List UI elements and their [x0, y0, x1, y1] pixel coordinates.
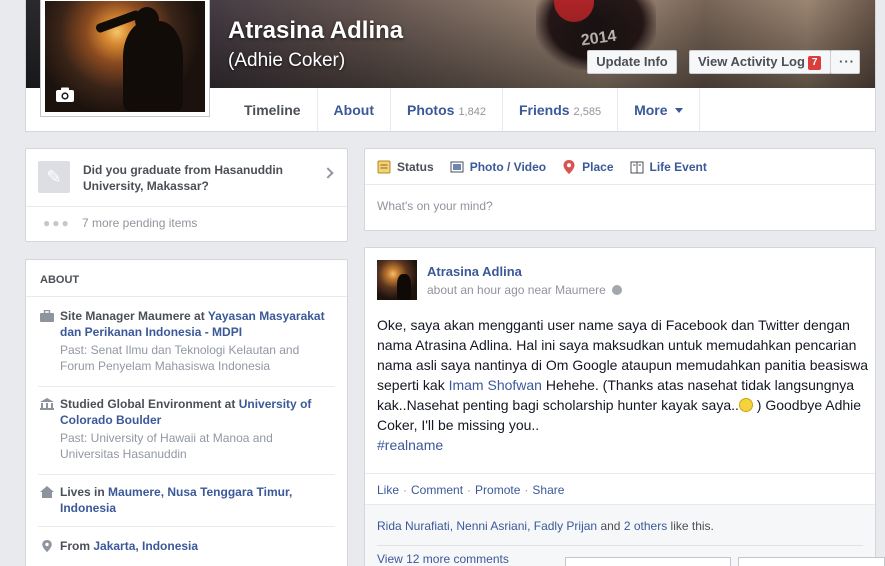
friends-count: 2,585 — [573, 106, 602, 118]
from-place-link[interactable]: Jakarta, Indonesia — [93, 539, 198, 553]
profile-tabs: Timeline About Photos 1,842 Friends 2,585 … — [228, 88, 700, 131]
activity-log-label: View Activity Log — [698, 54, 805, 69]
profile-header: 2014 Atrasina Adlina (Adhie Coker) Updat… — [25, 0, 876, 132]
hashtag-link[interactable]: #realname — [377, 437, 443, 453]
update-info-button[interactable]: Update Info — [587, 50, 677, 74]
post-actions: Like · Comment · Promote · Share — [377, 483, 565, 497]
about-card: ABOUT Site Manager Maumere at Yayasan Ma… — [25, 259, 348, 566]
composer-tab-photo[interactable]: Photo / Video — [450, 160, 546, 174]
status-icon — [377, 160, 391, 174]
profile-picture[interactable] — [40, 0, 210, 117]
life-event-icon — [630, 161, 643, 174]
tab-timeline[interactable]: Timeline — [228, 88, 317, 131]
share-button[interactable]: Share — [532, 483, 564, 497]
work-past: Past: Senat Ilmu dan Teknologi Kelautan … — [60, 343, 300, 373]
pending-question-text: Did you graduate from Hasanuddin Univers… — [83, 163, 284, 193]
chevron-right-icon — [322, 167, 334, 179]
activity-log-button[interactable]: View Activity Log 7 — [689, 50, 831, 74]
likes-summary: Rida Nurafiati, Nenni Asriani, Fadly Pri… — [377, 519, 714, 533]
smiley-emoticon-icon — [738, 398, 753, 412]
comment-button[interactable]: Comment — [411, 483, 463, 497]
post-author-avatar[interactable] — [377, 260, 417, 300]
photos-count: 1,842 — [458, 106, 486, 118]
education-past: Past: University of Hawaii at Manoa and … — [60, 431, 273, 461]
status-composer: Status Photo / Video Place Life Event Wh… — [364, 148, 876, 231]
likers-others-link[interactable]: 2 others — [624, 519, 667, 533]
timeline-post: Atrasina Adlina about an hour ago near M… — [364, 247, 876, 566]
camera-icon[interactable] — [55, 87, 75, 103]
notification-badge: 7 — [807, 56, 822, 70]
photo-icon — [450, 161, 464, 173]
chat-tab[interactable] — [738, 557, 885, 566]
view-more-comments-link[interactable]: View 12 more comments — [377, 552, 509, 566]
more-options-button[interactable]: ··· — [830, 50, 860, 74]
profile-alt-name: (Adhie Coker) — [228, 50, 346, 71]
tab-about[interactable]: About — [316, 88, 390, 131]
location-pin-icon — [42, 540, 52, 552]
briefcase-icon — [40, 310, 54, 322]
post-author-name[interactable]: Atrasina Adlina — [427, 264, 522, 279]
post-meta: about an hour ago near Maumere — [427, 283, 622, 297]
composer-tabs: Status Photo / Video Place Life Event — [377, 149, 723, 185]
composer-tab-place[interactable]: Place — [562, 160, 614, 174]
profile-name[interactable]: Atrasina Adlina — [228, 17, 403, 45]
home-icon — [40, 486, 54, 498]
promote-button[interactable]: Promote — [475, 483, 520, 497]
school-icon — [40, 398, 54, 410]
post-body: Oke, saya akan mengganti user name saya … — [377, 317, 869, 453]
like-button[interactable]: Like — [377, 483, 399, 497]
status-input[interactable]: What's on your mind? — [377, 199, 493, 213]
composer-tab-status[interactable]: Status — [377, 160, 434, 174]
globe-icon[interactable] — [611, 285, 622, 295]
pending-items-card: ✎ Did you graduate from Hasanuddin Unive… — [25, 148, 348, 242]
tab-photos[interactable]: Photos 1,842 — [389, 88, 502, 131]
pencil-icon: ✎ — [38, 161, 70, 193]
mention-link[interactable]: Imam Shofwan — [449, 377, 542, 393]
composer-tab-life-event[interactable]: Life Event — [630, 160, 707, 174]
chat-tab[interactable] — [565, 557, 731, 566]
about-heading[interactable]: ABOUT — [40, 274, 79, 286]
dots-icon: ●●● — [43, 216, 71, 230]
likers-link[interactable]: Rida Nurafiati, Nenni Asriani, Fadly Pri… — [377, 519, 597, 533]
tab-more[interactable]: More — [617, 88, 700, 131]
post-location[interactable]: Maumere — [555, 283, 606, 297]
pending-question[interactable]: ✎ Did you graduate from Hasanuddin Unive… — [38, 161, 338, 207]
more-pending-items-link[interactable]: ●●● 7 more pending items — [43, 216, 197, 230]
post-timestamp[interactable]: about an hour ago — [427, 283, 524, 297]
tab-friends[interactable]: Friends 2,585 — [501, 88, 617, 131]
place-icon — [563, 160, 575, 174]
